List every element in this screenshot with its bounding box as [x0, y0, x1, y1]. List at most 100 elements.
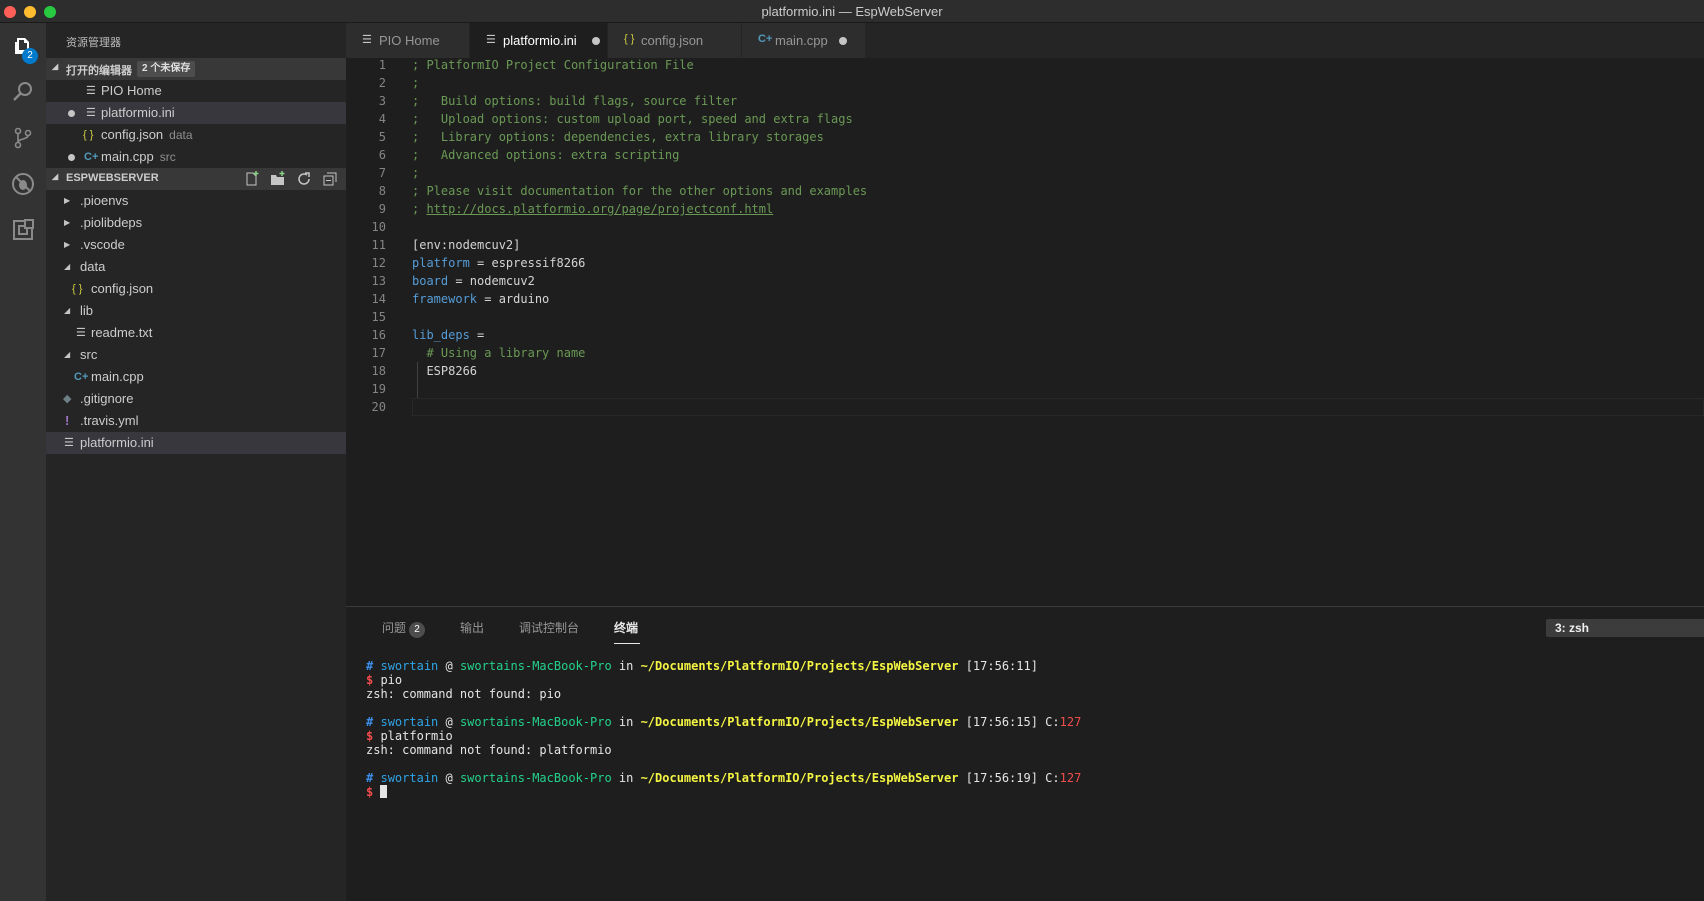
tree-file-platformio-ini[interactable]: ☰ platformio.ini	[46, 432, 346, 454]
chevron-down-icon: ◢	[52, 62, 59, 71]
tree-folder-piolibdeps[interactable]: ▶ .piolibdeps	[46, 212, 346, 234]
line-number: 13	[371, 274, 386, 288]
yaml-icon: !	[65, 413, 70, 428]
tree-folder-vscode[interactable]: ▶ .vscode	[46, 234, 346, 256]
refresh-icon[interactable]	[296, 171, 312, 187]
code-line: ; Advanced options: extra scripting	[412, 148, 680, 162]
cpp-icon: C+	[758, 33, 773, 45]
current-line-highlight	[412, 398, 1704, 416]
code-line: framework = arduino	[412, 292, 550, 306]
explorer-sidebar: 资源管理器 ◢ 打开的编辑器 2 个未保存 ☰ PIO Home ☰ platf…	[46, 23, 346, 901]
tab-terminal[interactable]: 终端	[614, 619, 638, 636]
code-line: # Using a library name	[412, 346, 586, 360]
terminal-cursor	[380, 785, 388, 798]
code-line: platform = espressif8266	[412, 256, 586, 270]
line-number: 12	[371, 256, 386, 270]
line-number: 16	[371, 328, 386, 342]
open-editor-item-platformio-ini[interactable]: ☰ platformio.ini	[46, 102, 346, 124]
collapse-all-icon[interactable]	[322, 171, 338, 187]
new-file-icon[interactable]	[244, 171, 260, 187]
tree-folder-data[interactable]: ◢ data	[46, 256, 346, 278]
terminal-line: $ pio	[366, 673, 403, 687]
line-number: 17	[371, 346, 386, 360]
terminal-line: # swortain @ swortains-MacBook-Pro in ~/…	[366, 659, 1038, 673]
code-line: board = nodemcuv2	[412, 274, 535, 288]
tree-folder-lib[interactable]: ◢ lib	[46, 300, 346, 322]
activity-bar: 2	[0, 23, 46, 901]
debug-icon[interactable]	[0, 161, 46, 207]
docs-link[interactable]: http://docs.platformio.org/page/projectc…	[426, 202, 773, 216]
line-number: 6	[378, 148, 386, 162]
search-icon[interactable]	[0, 69, 46, 115]
tree-folder-src[interactable]: ◢ src	[46, 344, 346, 366]
chevron-down-icon: ◢	[64, 262, 71, 271]
file-icon: ☰	[64, 437, 74, 449]
line-number: 8	[378, 184, 386, 198]
window-title: platformio.ini — EspWebServer	[761, 4, 943, 19]
json-icon: { }	[72, 283, 83, 295]
unsaved-dot-icon	[68, 154, 75, 161]
code-line: ;	[412, 76, 420, 90]
terminal-line: # swortain @ swortains-MacBook-Pro in ~/…	[366, 715, 1082, 729]
file-icon: ☰	[86, 85, 96, 97]
bottom-panel: 问题 2 输出 调试控制台 终端 3: zsh # swortain @ swor…	[346, 606, 1704, 901]
json-icon: { }	[624, 33, 635, 45]
project-header[interactable]: ◢ ESPWEBSERVER	[46, 168, 346, 190]
chevron-down-icon: ◢	[64, 306, 71, 315]
chevron-down-icon: ◢	[52, 172, 59, 181]
terminal-line: zsh: command not found: pio	[366, 687, 562, 701]
open-editor-item-pio-home[interactable]: ☰ PIO Home	[46, 80, 346, 102]
file-icon: ☰	[86, 107, 96, 119]
code-line: ; PlatformIO Project Configuration File	[412, 58, 694, 72]
terminal-line: $ platformio	[366, 729, 453, 743]
code-line: ; Build options: build flags, source fil…	[412, 94, 738, 108]
line-number: 19	[371, 382, 386, 396]
line-number: 18	[371, 364, 386, 378]
terminal-line: # swortain @ swortains-MacBook-Pro in ~/…	[366, 771, 1082, 785]
unsaved-dot-icon[interactable]	[839, 37, 847, 45]
open-editor-item-main-cpp[interactable]: C+ main.cpp src	[46, 146, 346, 168]
tree-file-main-cpp[interactable]: C+ main.cpp	[46, 366, 346, 388]
unsaved-dot-icon[interactable]	[592, 37, 600, 45]
explorer-badge: 2	[22, 48, 38, 64]
tab-pio-home[interactable]: ☰ PIO Home	[346, 23, 470, 58]
code-line: ; Please visit documentation for the oth…	[412, 184, 868, 198]
open-editor-item-config-json[interactable]: { } config.json data	[46, 124, 346, 146]
file-icon: ☰	[76, 327, 86, 339]
code-line: ; Library options: dependencies, extra l…	[412, 130, 824, 144]
line-number: 9	[378, 202, 386, 216]
code-editor[interactable]: 1 2 3 4 5 6 7 8 9 10 11 12 13 14 15 16 1…	[346, 58, 1704, 606]
new-folder-icon[interactable]	[270, 171, 286, 187]
tab-problems[interactable]: 问题 2	[382, 619, 426, 638]
tree-file-travis-yml[interactable]: ! .travis.yml	[46, 410, 346, 432]
code-line: ESP8266	[412, 364, 478, 378]
chevron-right-icon: ▶	[64, 196, 71, 205]
code-line: lib_deps =	[412, 328, 485, 342]
tab-platformio-ini[interactable]: ☰ platformio.ini	[470, 23, 608, 58]
tab-config-json[interactable]: { } config.json	[608, 23, 742, 58]
explorer-icon[interactable]: 2	[0, 23, 46, 69]
sidebar-title: 资源管理器	[66, 37, 121, 49]
line-number: 11	[371, 238, 386, 252]
editor-tab-bar: ☰ PIO Home ☰ platformio.ini { } config.j…	[346, 23, 1704, 58]
unsaved-dot-icon	[68, 110, 75, 117]
line-number: 4	[378, 112, 386, 126]
tree-file-gitignore[interactable]: ◆ .gitignore	[46, 388, 346, 410]
open-editors-header[interactable]: ◢ 打开的编辑器 2 个未保存	[46, 58, 346, 80]
tab-main-cpp[interactable]: C+ main.cpp	[742, 23, 866, 58]
terminal-select[interactable]: 3: zsh	[1546, 619, 1704, 637]
terminal-prompt-line: $	[366, 785, 388, 799]
chevron-down-icon: ◢	[64, 350, 71, 359]
source-control-icon[interactable]	[0, 115, 46, 161]
tree-folder-pioenvs[interactable]: ▶ .pioenvs	[46, 190, 346, 212]
tab-debug-console[interactable]: 调试控制台	[519, 619, 579, 636]
file-icon: ☰	[486, 34, 496, 46]
tab-output[interactable]: 输出	[460, 619, 484, 636]
tree-file-readme-txt[interactable]: ☰ readme.txt	[46, 322, 346, 344]
extensions-icon[interactable]	[0, 207, 46, 253]
tree-file-config-json[interactable]: { } config.json	[46, 278, 346, 300]
terminal-line: zsh: command not found: platformio	[366, 743, 612, 757]
line-number: 5	[378, 130, 386, 144]
title-bar: platformio.ini — EspWebServer	[0, 0, 1704, 23]
git-icon: ◆	[63, 393, 72, 405]
